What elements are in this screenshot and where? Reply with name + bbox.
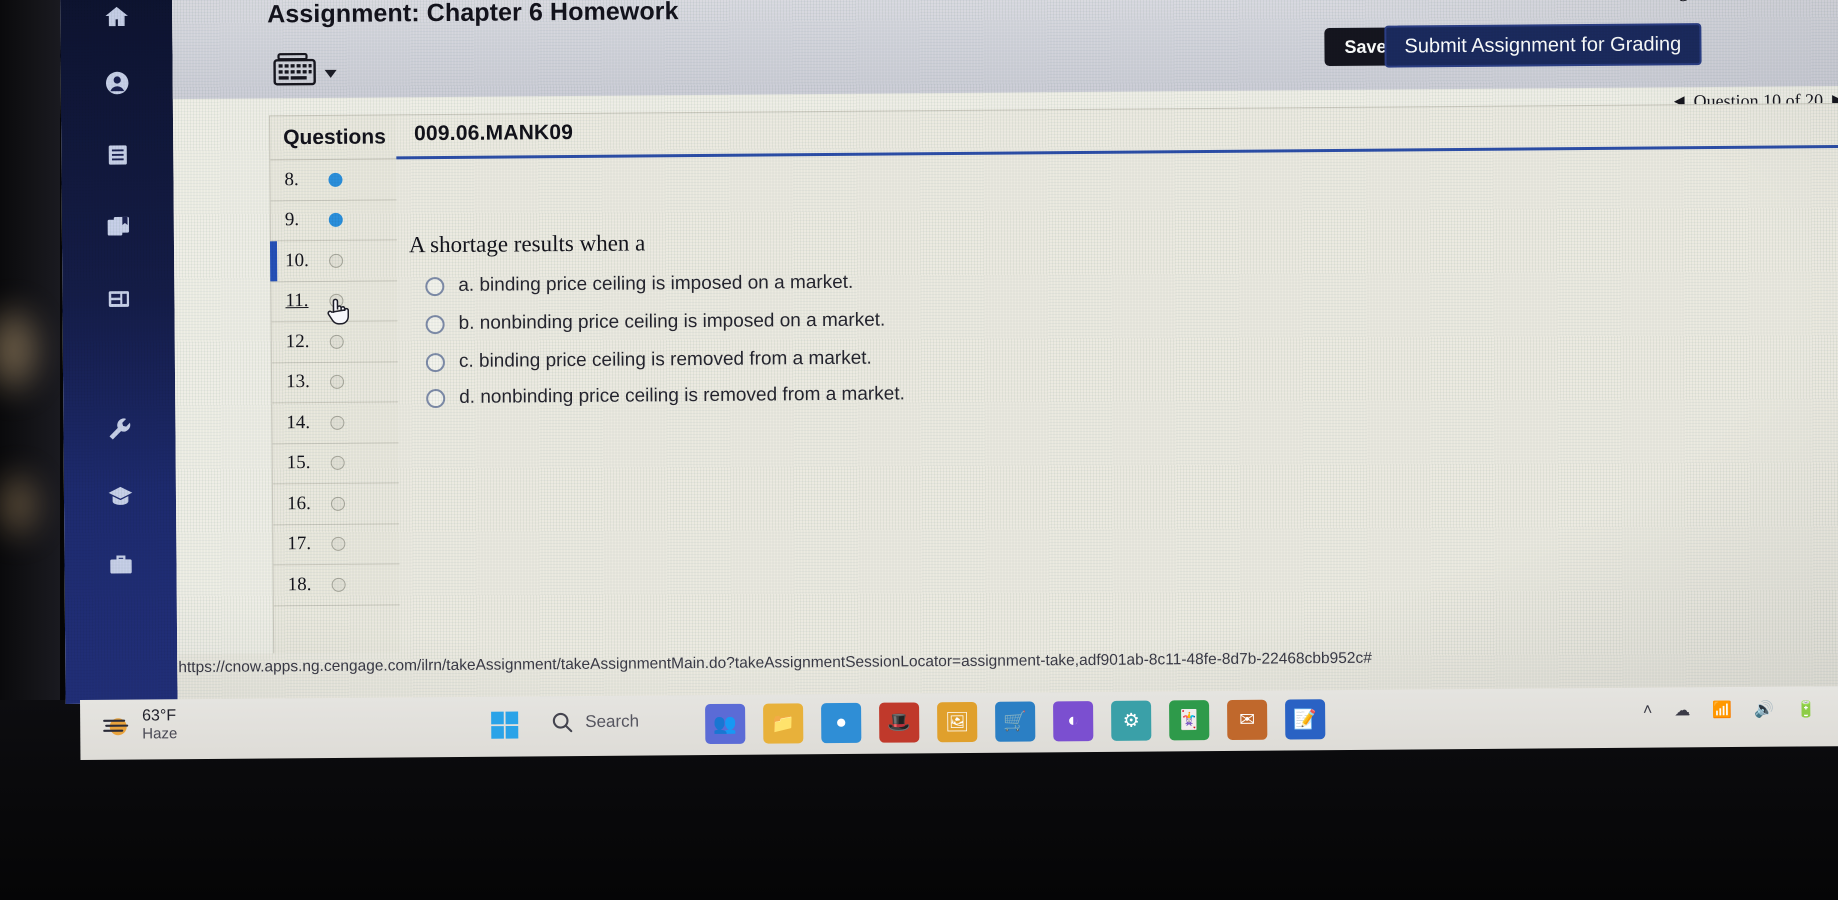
mindtap-left-rail: [60, 0, 178, 704]
question-nav-item[interactable]: 12.: [271, 321, 398, 363]
question-status-dot: [328, 213, 343, 228]
taskbar-app-settings[interactable]: ⚙: [1111, 700, 1152, 741]
answer-radio-button[interactable]: [425, 352, 445, 372]
assignment-card: Assignment: Chapter 6 Homework Assignmen…: [171, 0, 1838, 704]
question-nav-number: 18.: [287, 573, 312, 595]
answer-option-label: a. binding price ceiling is imposed on a…: [458, 271, 854, 296]
question-status-dot: [329, 294, 344, 309]
question-nav-number: 17.: [287, 533, 312, 555]
question-nav-item[interactable]: 17.: [273, 523, 400, 566]
question-navigator-rows: 8. 9. 10. 11. 12. 13. 14. 15. 16. 17. 18.: [270, 159, 400, 606]
answer-option[interactable]: a. binding price ceiling is imposed on a…: [425, 272, 853, 297]
tray-wifi-icon[interactable]: 📶: [1712, 700, 1732, 720]
taskbar-app-chrome[interactable]: ●: [821, 702, 862, 744]
answer-option[interactable]: b. nonbinding price ceiling is imposed o…: [425, 309, 886, 336]
taskbar-app-edge[interactable]: ◐: [1053, 701, 1094, 742]
question-nav-item[interactable]: 8.: [270, 159, 397, 201]
rail-item-account[interactable]: [61, 59, 173, 106]
question-status-dot: [330, 375, 345, 390]
answer-radio-button[interactable]: [426, 388, 446, 408]
page-title: Assignment: Chapter 6 Homework: [267, 0, 679, 29]
chevron-down-icon: [324, 69, 337, 78]
question-nav-number: 11.: [285, 290, 309, 312]
taskbar-weather-widget[interactable]: 63°F Haze: [102, 707, 177, 743]
taskbar-app-store[interactable]: 🛒: [995, 701, 1036, 742]
answer-radio-button[interactable]: [425, 276, 445, 296]
question-nav-item[interactable]: 14.: [272, 402, 399, 444]
question-nav-number: 13.: [285, 371, 310, 393]
rail-item-dashboard[interactable]: [62, 275, 174, 322]
assignment-score: Assignment Score: 0.00%: [1647, 0, 1838, 3]
question-nav-number: 9.: [284, 209, 300, 231]
answer-options: a. binding price ceiling is imposed on a…: [396, 104, 1838, 408]
question-pane: 009.06.MANK09 A shortage results when a …: [395, 102, 1838, 704]
rail-item-home[interactable]: [60, 0, 172, 40]
taskbar-system-tray: ˄ ☁ 📶 🔊 🔋: [1643, 699, 1816, 720]
answer-option-label: c. binding price ceiling is removed from…: [458, 347, 872, 372]
question-status-dot: [330, 456, 345, 471]
question-nav-number: 15.: [286, 452, 311, 474]
question-nav-number: 12.: [285, 330, 310, 352]
question-tab-underline: [396, 144, 1838, 159]
question-nav-number: 16.: [286, 492, 311, 514]
rail-item-tools[interactable]: [63, 405, 175, 452]
weather-condition: Haze: [142, 725, 178, 743]
question-nav-number: 8.: [284, 168, 299, 190]
rail-item-career[interactable]: [64, 541, 176, 588]
question-status-dot: [329, 334, 344, 349]
answer-option[interactable]: d. nonbinding price ceiling is removed f…: [426, 383, 905, 409]
answer-option-label: b. nonbinding price ceiling is imposed o…: [458, 309, 886, 334]
question-nav-item[interactable]: 11.: [271, 280, 398, 323]
question-nav-item[interactable]: 18.: [273, 564, 400, 606]
question-nav-item[interactable]: 15.: [272, 442, 399, 485]
windows-start-icon: [491, 711, 519, 739]
question-status-dot: [329, 253, 344, 268]
taskbar-app-explorer[interactable]: 📁: [763, 703, 804, 744]
answer-option-label: d. nonbinding price ceiling is removed f…: [459, 383, 905, 408]
taskbar-app-game[interactable]: 🎩: [879, 702, 920, 743]
question-status-dot: [330, 496, 346, 511]
question-nav-item[interactable]: 9.: [270, 199, 397, 242]
taskbar-search[interactable]: Search: [550, 710, 639, 735]
assignment-header: Assignment: Chapter 6 Homework Assignmen…: [171, 0, 1838, 100]
question-status-dot: [330, 415, 345, 430]
haze-icon: [103, 718, 129, 736]
tray-battery-icon[interactable]: 🔋: [1796, 699, 1816, 719]
question-code: 009.06.MANK09: [414, 120, 574, 146]
taskbar-app-teams[interactable]: 👥: [705, 703, 746, 745]
windows-start-button[interactable]: [490, 711, 520, 746]
taskbar-app-word[interactable]: 📝: [1285, 699, 1326, 740]
rail-item-ebook[interactable]: [62, 203, 174, 250]
question-navigator-header: Questions: [269, 115, 397, 161]
monitor-screen: Assignment: Chapter 6 Homework Assignmen…: [60, 0, 1838, 704]
submit-assignment-button[interactable]: Submit Assignment for Grading: [1384, 23, 1702, 68]
search-label: Search: [585, 711, 640, 732]
keyboard-shortcuts-button[interactable]: [272, 52, 337, 87]
tray-cloud-icon[interactable]: ☁: [1674, 700, 1690, 720]
rail-item-study[interactable]: [64, 473, 176, 520]
tray-chevron-up-icon[interactable]: ˄: [1643, 702, 1652, 720]
question-nav-number: 10.: [285, 249, 309, 271]
question-nav-item[interactable]: 13.: [271, 361, 399, 404]
question-prompt: A shortage results when a: [408, 230, 646, 258]
rail-item-assignments[interactable]: [61, 131, 173, 178]
taskbar-app-solitaire[interactable]: 🃏: [1169, 700, 1210, 741]
taskbar-app-photos[interactable]: 🖼: [937, 701, 978, 743]
question-navigator: Questions 8. 9. 10. 11. 12. 13. 14. 15. 16. 17. 18…: [268, 114, 401, 704]
question-nav-item[interactable]: 10.: [270, 240, 398, 282]
weather-temperature: 63°F: [142, 707, 177, 725]
tray-volume-icon[interactable]: 🔊: [1754, 700, 1774, 720]
search-icon: [552, 712, 573, 733]
question-status-dot: [331, 537, 346, 552]
question-status-dot: [331, 577, 346, 592]
answer-option[interactable]: c. binding price ceiling is removed from…: [425, 347, 872, 374]
keyboard-icon: [273, 52, 316, 86]
taskbar-app-mail[interactable]: ✉: [1227, 699, 1268, 740]
question-nav-number: 14.: [286, 411, 311, 433]
question-status-dot: [328, 172, 343, 187]
question-nav-item[interactable]: 16.: [272, 483, 400, 525]
photo-of-monitor: Assignment: Chapter 6 Homework Assignmen…: [0, 0, 1838, 900]
answer-radio-button[interactable]: [425, 314, 445, 334]
